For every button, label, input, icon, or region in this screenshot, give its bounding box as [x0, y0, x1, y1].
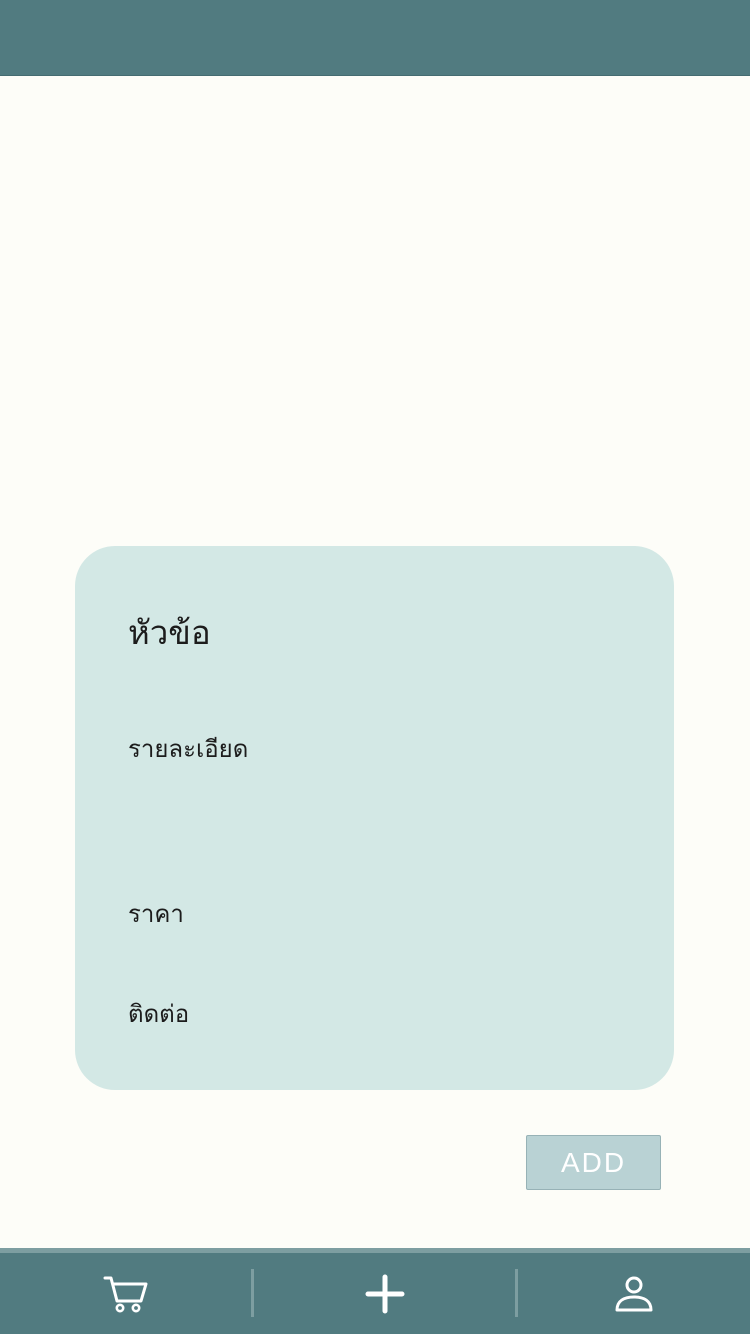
- top-app-bar: [0, 0, 750, 76]
- nav-cart-button[interactable]: [0, 1253, 252, 1334]
- title-field[interactable]: หัวข้อ: [128, 606, 211, 659]
- add-button[interactable]: ADD: [526, 1135, 661, 1190]
- contact-field[interactable]: ติดต่อ: [128, 994, 189, 1033]
- plus-icon: [365, 1274, 405, 1313]
- bottom-nav-bar: [0, 1248, 750, 1334]
- nav-divider: [251, 1269, 254, 1317]
- cart-icon: [103, 1276, 148, 1312]
- detail-field[interactable]: รายละเอียด: [128, 729, 248, 768]
- listing-form-card: หัวข้อ รายละเอียด ราคา ติดต่อ: [75, 546, 674, 1090]
- price-field[interactable]: ราคา: [128, 894, 184, 933]
- user-icon: [615, 1276, 653, 1311]
- nav-add-button[interactable]: [255, 1253, 515, 1334]
- nav-profile-button[interactable]: [518, 1253, 750, 1334]
